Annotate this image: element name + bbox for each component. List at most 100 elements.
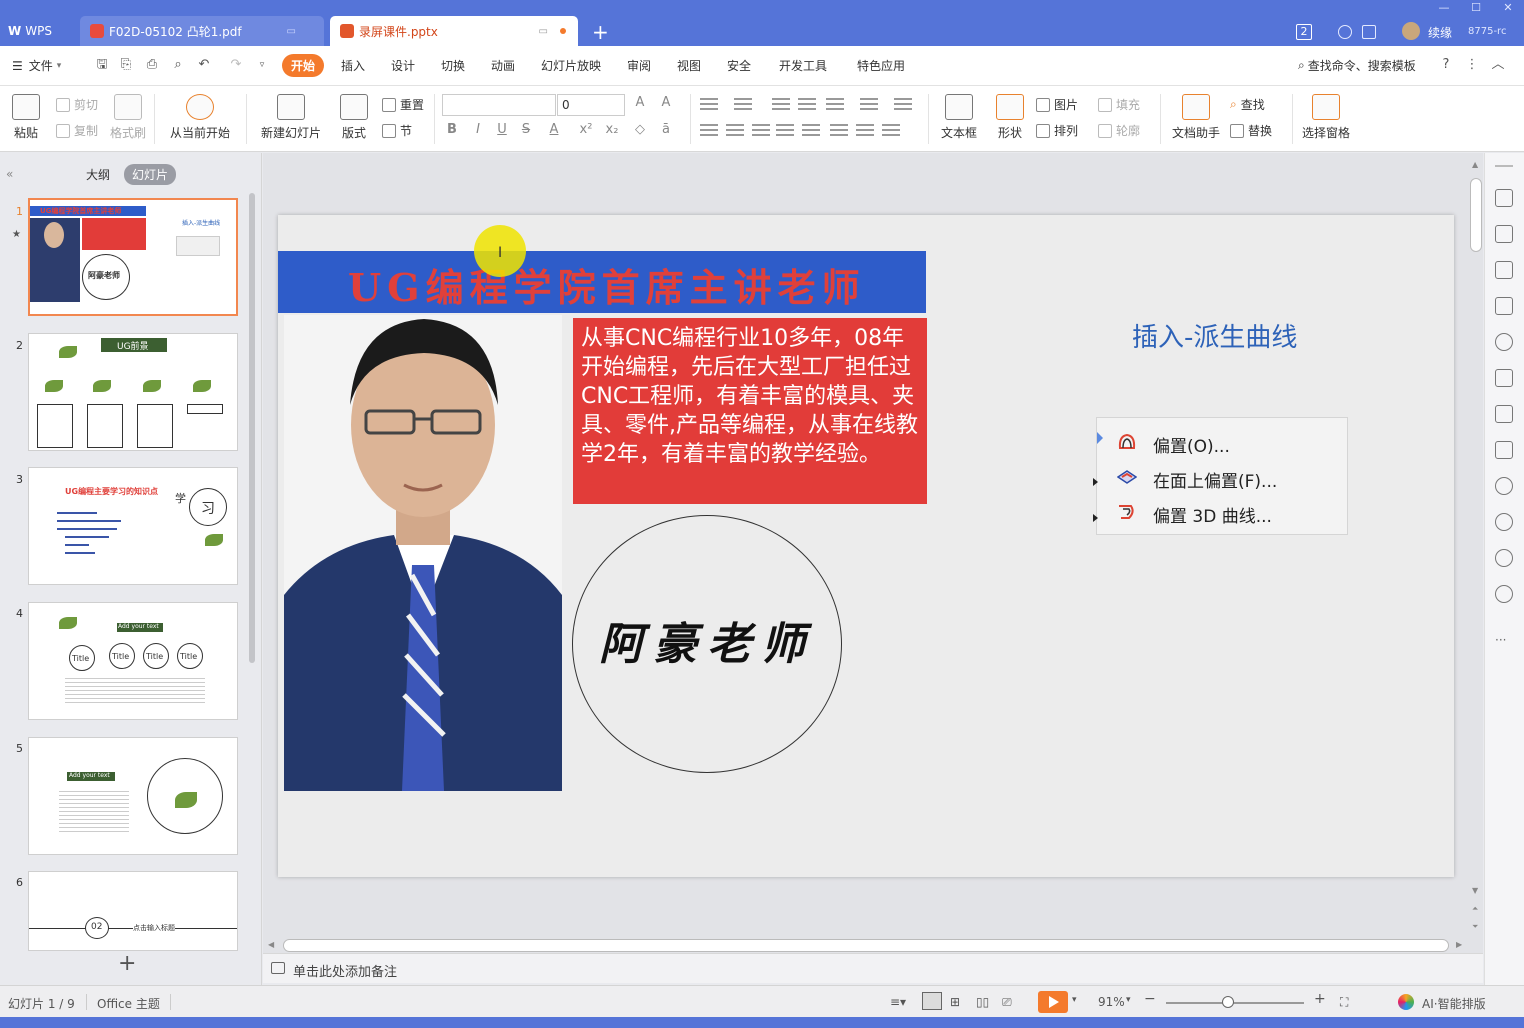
selection-pane-button[interactable]: 选择窗格 [1300,94,1352,141]
tab-monitor-icon[interactable]: ▭ [539,26,548,37]
shape-button[interactable]: 形状 [990,94,1030,141]
pin-icon[interactable] [1495,189,1513,207]
tab-view[interactable]: 视图 [677,57,701,74]
print-preview-icon[interactable]: ⌕ [170,57,186,73]
bullets-icon[interactable] [700,98,718,112]
tab-pptx-document[interactable]: 录屏课件.pptx ▭ [330,16,578,46]
slide-subtitle[interactable]: 插入-派生曲线 [1132,317,1297,354]
clear-format-icon[interactable]: ◇ [632,122,648,137]
tab-special-apps[interactable]: 特色应用 [857,57,905,74]
close-button[interactable]: ✕ [1496,0,1520,16]
teacher-bio-box[interactable]: 从事CNC编程行业10多年，08年开始编程，先后在大型工厂担任过CNC工程师，有… [573,318,927,504]
add-slide-button[interactable]: + [118,951,136,976]
slide-canvas[interactable]: UG编程学院首席主讲老师 从事CNC编程行业10多年，08年开始编程，先后在大型… [278,215,1454,877]
horizontal-scrollbar[interactable] [283,939,1449,952]
prev-slide-icon[interactable]: ⏶ [1472,904,1478,914]
save-icon[interactable]: 🖫 [94,57,110,73]
slide-thumbnail-4[interactable]: Add your text Title Title Title Title [28,602,238,720]
bold-icon[interactable]: B [444,122,460,137]
font-color-icon[interactable]: A [546,122,562,137]
layout-button[interactable]: 版式 [334,94,374,141]
menu-item-offset[interactable]: 偏置(O)... [1153,432,1230,457]
tab-slides[interactable]: 幻灯片 [124,164,177,185]
text-align-icon[interactable] [882,124,900,138]
fill-button[interactable]: 填充 [1098,96,1140,113]
shield-icon[interactable] [1495,513,1513,531]
user-name[interactable]: 续缘 [1428,24,1452,41]
reset-button[interactable]: 重置 [382,96,424,113]
scroll-up-icon[interactable]: ▲ [1472,160,1478,169]
italic-icon[interactable]: I [470,122,486,137]
more-icon[interactable]: ⋮ [1464,57,1480,73]
copy-button[interactable]: 复制 [56,122,98,139]
export-pdf-icon[interactable]: ⎘ [118,57,134,73]
cloud-icon[interactable] [1338,25,1352,39]
slides-library-icon[interactable] [1495,297,1513,315]
notes-toggle-icon[interactable]: ≡▾ [890,995,906,1009]
zoom-in-icon[interactable]: + [1314,991,1326,1007]
notes-area[interactable]: 单击此处添加备注 [263,953,1483,983]
text-effect-icon[interactable]: ā [658,122,674,137]
font-name-select[interactable] [442,94,556,116]
teacher-photo[interactable] [284,315,562,791]
zoom-out-icon[interactable]: − [1144,991,1156,1007]
normal-view-icon[interactable] [922,992,942,1010]
slide-editing-area[interactable]: UG编程学院首席主讲老师 从事CNC编程行业10多年，08年开始编程，先后在大型… [263,153,1483,953]
theme-name[interactable]: Office 主题 [97,995,160,1012]
new-slide-button[interactable]: 新建幻灯片 [254,94,328,141]
picture-button[interactable]: 图片 [1036,96,1078,113]
customize-quick-access-icon[interactable]: ▿ [254,57,270,73]
file-menu[interactable]: ☰ 文件 ▾ [12,57,61,74]
underline-icon[interactable]: U [494,122,510,137]
help-circle-icon[interactable] [1495,585,1513,603]
next-slide-icon[interactable]: ⏷ [1472,922,1478,932]
paragraph-spacing-icon[interactable] [856,124,874,138]
vertical-scrollbar[interactable] [1470,178,1482,252]
increase-font-icon[interactable]: A [632,95,648,110]
arrange-button[interactable]: 排列 [1036,122,1078,139]
collapse-pane-icon[interactable]: « [6,167,13,181]
zoom-slider-thumb[interactable] [1222,996,1234,1008]
tab-insert[interactable]: 插入 [341,57,365,74]
tab-animations[interactable]: 动画 [491,57,515,74]
strikethrough-icon[interactable]: S [518,122,534,137]
thumbnail-scrollbar[interactable] [249,193,255,663]
slide-thumbnail-5[interactable]: Add your text [28,737,238,855]
align-right-icon[interactable] [752,124,770,138]
new-tab-button[interactable]: + [592,20,609,44]
tab-security[interactable]: 安全 [727,57,751,74]
history-icon[interactable] [1495,549,1513,567]
doc-helper-button[interactable]: 文档助手 [1168,94,1224,141]
scroll-down-icon[interactable]: ▼ [1472,886,1478,895]
outline-button[interactable]: 轮廓 [1098,122,1140,139]
text-direction-icon[interactable] [860,98,878,112]
format-painter-button[interactable]: 格式刷 [108,94,148,141]
numbering-icon[interactable] [734,98,752,112]
minimize-button[interactable]: — [1432,0,1456,16]
slide-sorter-icon[interactable]: ⊞ [950,995,960,1009]
play-from-current-button[interactable]: 从当前开始 [164,94,236,141]
columns-icon[interactable] [826,98,844,112]
slide-thumbnail-2[interactable]: UG前景 [28,333,238,451]
align-left-icon[interactable] [700,124,718,138]
line-spacing-top-icon[interactable] [894,98,912,112]
play-slideshow-button[interactable] [1038,991,1068,1013]
maximize-button[interactable]: ☐ [1464,0,1488,16]
font-size-select[interactable]: 0 [557,94,625,116]
cut-button[interactable]: 剪切 [56,96,98,113]
wps-home-tab[interactable]: W WPS [8,24,52,38]
decrease-indent-icon[interactable] [772,98,790,112]
share-icon[interactable] [1495,405,1513,423]
redo-icon[interactable]: ↷ [228,57,244,73]
scroll-right-icon[interactable]: ▶ [1456,940,1462,949]
paste-button[interactable]: 粘贴 [8,94,44,141]
justify-icon[interactable] [776,124,794,138]
menu-item-offset-3d-curve[interactable]: 偏置 3D 曲线... [1153,502,1272,527]
section-button[interactable]: 节 [382,122,412,139]
menu-item-offset-on-face[interactable]: 在面上偏置(F)... [1153,467,1277,492]
textbox-button[interactable]: 文本框 [936,94,982,141]
find-button[interactable]: ⌕ 查找 [1230,96,1265,113]
reading-view-icon[interactable]: ▯▯ [976,995,989,1009]
tab-slideshow[interactable]: 幻灯片放映 [541,57,601,74]
tab-transitions[interactable]: 切换 [441,57,465,74]
